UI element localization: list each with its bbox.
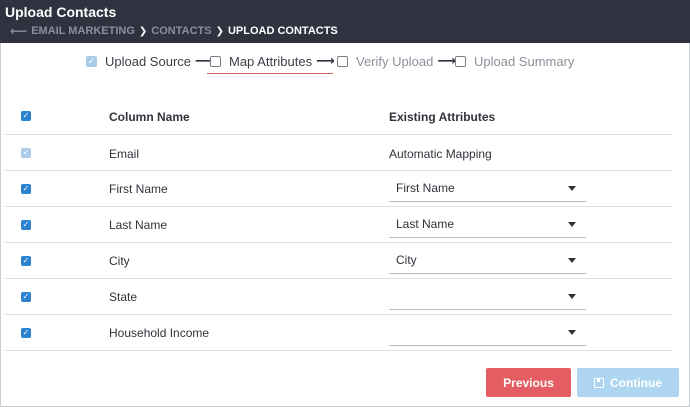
chevron-right-icon: ❯ xyxy=(138,25,148,37)
arrow-right-icon: ⟶ xyxy=(316,53,335,68)
active-step-indicator xyxy=(207,73,333,74)
row-checkbox[interactable]: ✓ xyxy=(21,292,31,302)
step-verify-upload[interactable]: Verify Upload ⟶ xyxy=(337,52,456,70)
previous-button[interactable]: Previous xyxy=(486,368,571,397)
chevron-right-icon: ❯ xyxy=(215,25,224,37)
row-column-name: Last Name xyxy=(109,218,168,232)
step-checkbox xyxy=(455,55,466,67)
table-row: ✓ Household Income xyxy=(5,315,672,351)
breadcrumb-upload-contacts: UPLOAD CONTACTS xyxy=(227,25,338,37)
step-upload-source[interactable]: ✓ Upload Source ⟶ xyxy=(86,52,214,70)
step-label: Upload Source xyxy=(105,53,191,69)
row-column-name: City xyxy=(109,254,130,268)
breadcrumb-contacts[interactable]: CONTACTS xyxy=(151,25,211,37)
step-label: Map Attributes xyxy=(229,53,313,69)
row-checkbox[interactable]: ✓ xyxy=(21,184,31,194)
attribute-select-value: Last Name xyxy=(396,217,455,231)
attribute-select-value: First Name xyxy=(396,181,455,195)
caret-down-icon xyxy=(568,186,576,191)
caret-down-icon xyxy=(568,258,576,263)
page-title: Upload Contacts xyxy=(5,4,117,20)
select-all-checkbox[interactable]: ✓ xyxy=(21,111,31,121)
caret-down-icon xyxy=(568,294,576,299)
row-column-name: State xyxy=(109,290,138,304)
breadcrumb: ⟵ EMAIL MARKETING ❯ CONTACTS ❯ UPLOAD CO… xyxy=(10,24,338,38)
row-checkbox[interactable]: ✓ xyxy=(21,328,31,338)
table-row: ✓ City City xyxy=(5,243,672,279)
table-header-row: ✓ Column Name Existing Attributes xyxy=(5,99,672,135)
attribute-select[interactable] xyxy=(389,318,586,346)
table-row: ✓ State xyxy=(5,279,672,315)
page-header: Upload Contacts ⟵ EMAIL MARKETING ❯ CONT… xyxy=(0,0,690,43)
attribute-select[interactable]: Last Name xyxy=(389,210,586,238)
continue-button[interactable]: Continue xyxy=(577,368,679,397)
column-name-header: Column Name xyxy=(109,110,190,124)
wizard-steps: ✓ Upload Source ⟶ Map Attributes ⟶ Verif… xyxy=(0,52,690,74)
row-column-name: Email xyxy=(109,147,140,161)
row-checkbox[interactable]: ✓ xyxy=(21,256,31,266)
step-label: Upload Summary xyxy=(474,53,575,69)
table-row: ✓ Last Name Last Name xyxy=(5,207,672,243)
row-column-name: Household Income xyxy=(109,326,210,340)
caret-down-icon xyxy=(568,330,576,335)
save-icon xyxy=(594,377,604,388)
row-checkbox-disabled: ✓ xyxy=(21,148,31,158)
attribute-select-value: City xyxy=(396,253,417,267)
step-label: Verify Upload xyxy=(356,53,434,69)
back-arrow-icon[interactable]: ⟵ xyxy=(10,24,27,38)
breadcrumb-email-marketing[interactable]: EMAIL MARKETING xyxy=(31,25,135,37)
step-checkbox-checked: ✓ xyxy=(86,55,97,67)
row-checkbox[interactable]: ✓ xyxy=(21,220,31,230)
step-checkbox xyxy=(210,55,221,67)
row-attribute-text: Automatic Mapping xyxy=(389,147,492,161)
arrow-right-icon: ⟶ xyxy=(437,53,456,68)
step-map-attributes[interactable]: Map Attributes ⟶ xyxy=(210,52,335,70)
existing-attributes-header: Existing Attributes xyxy=(389,110,496,124)
attribute-select[interactable]: City xyxy=(389,246,586,274)
step-checkbox xyxy=(337,55,348,67)
attribute-select[interactable] xyxy=(389,282,586,310)
row-column-name: First Name xyxy=(109,182,168,196)
continue-button-label: Continue xyxy=(610,375,662,390)
table-row: ✓ First Name First Name xyxy=(5,171,672,207)
step-upload-summary[interactable]: Upload Summary xyxy=(455,52,574,70)
caret-down-icon xyxy=(568,222,576,227)
table-row: ✓ Email Automatic Mapping xyxy=(5,135,672,171)
attribute-select[interactable]: First Name xyxy=(389,174,586,202)
